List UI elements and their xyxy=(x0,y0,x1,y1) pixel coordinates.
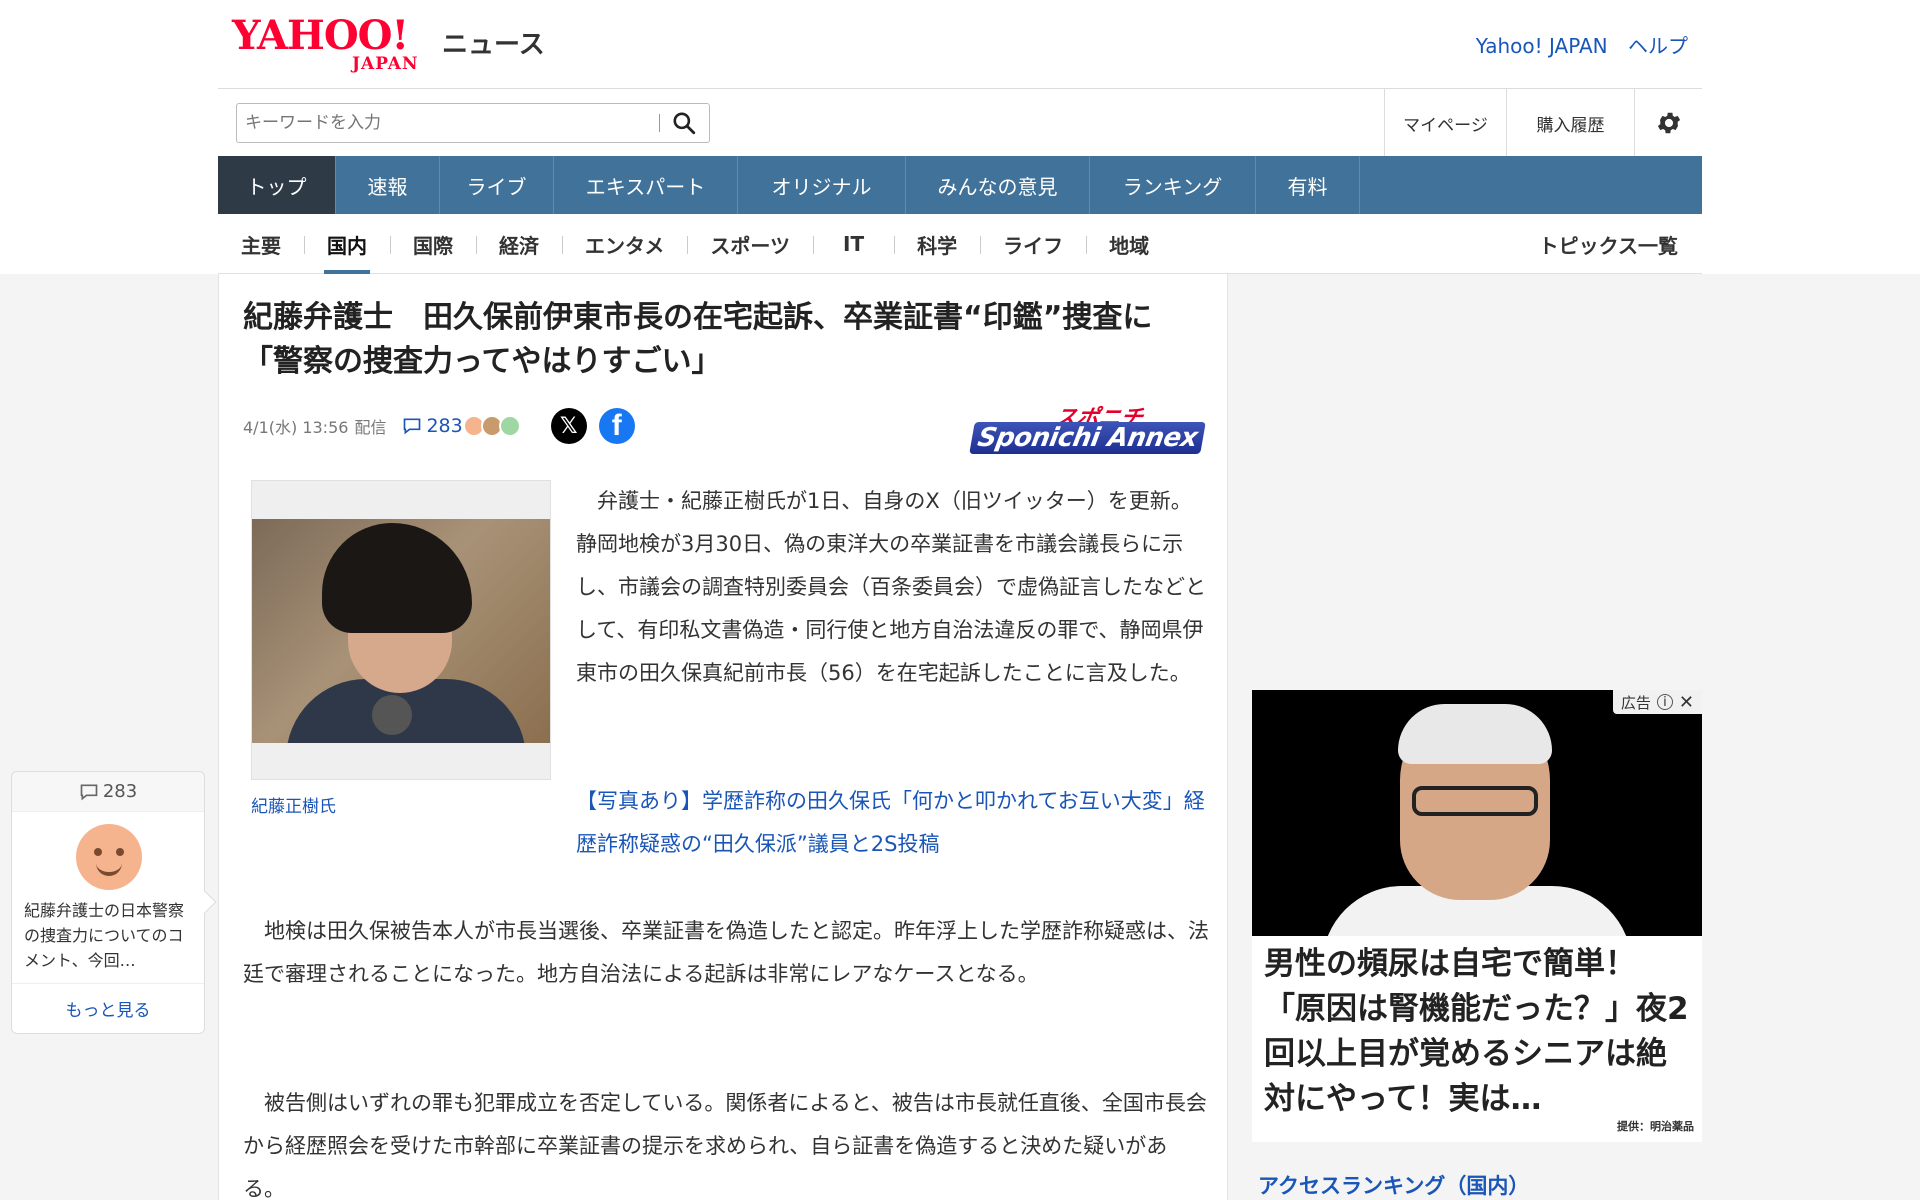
ad-headline: 男性の頻尿は自宅で簡単！「原因は腎機能だった？」夜2回以上目が覚めるシニアは絶対… xyxy=(1264,946,1689,1117)
category-entertainment[interactable]: エンタメ xyxy=(562,214,687,274)
logo-news-text: ニュース xyxy=(442,30,545,60)
x-share-icon[interactable]: 𝕏 xyxy=(550,408,587,444)
widget-more-link[interactable]: もっと見る xyxy=(12,983,204,1033)
ad-provider: 提供：明治薬品 xyxy=(1617,1120,1694,1133)
category-domestic[interactable]: 国内 xyxy=(304,214,390,274)
nav-top[interactable]: トップ xyxy=(218,156,336,214)
purchase-history-link[interactable]: 購入履歴 xyxy=(1506,89,1634,157)
account-links: マイページ 購入履歴 xyxy=(1384,89,1702,157)
related-article-link[interactable]: 【写真あり】学歴詐称の田久保氏「何かと叩かれてお互い大変」経歴詐称疑惑の“田久保… xyxy=(576,780,1206,866)
info-icon[interactable]: i xyxy=(1656,694,1673,710)
headline-line-2: 「警察の捜査力ってやはりすごい」 xyxy=(243,344,722,379)
article: 紀藤弁護士 田久保前伊東市長の在宅起訴、卒業証書“印鑑”捜査に 「警察の捜査力っ… xyxy=(218,274,1228,1200)
search-icon xyxy=(673,112,696,135)
mypage-link[interactable]: マイページ xyxy=(1384,89,1506,157)
yahoo-japan-link[interactable]: Yahoo! JAPAN xyxy=(1476,34,1608,58)
smile-face-icon xyxy=(76,824,142,890)
comment-count: 283 xyxy=(426,415,463,437)
category-main[interactable]: 主要 xyxy=(218,214,304,274)
search-row: マイページ 購入履歴 xyxy=(218,88,1702,157)
nav-breaking[interactable]: 速報 xyxy=(336,156,440,214)
article-meta: 4/1(水) 13:56 配信 283 𝕏 f xyxy=(243,406,635,446)
category-sports[interactable]: スポーツ xyxy=(687,214,813,274)
reaction-icons xyxy=(462,415,521,437)
article-paragraph-3: 被告側はいずれの罪も犯罪成立を否定している。関係者によると、被告は市長就任直後、… xyxy=(243,1091,1207,1200)
logo-japan-text: JAPAN xyxy=(352,54,419,74)
floating-comment-widget[interactable]: 283 紀藤弁護士の日本警察の捜査力についてのコメント、今回… もっと見る xyxy=(11,771,217,1034)
ad-image xyxy=(1252,690,1702,936)
article-paragraph-2: 地検は田久保被告本人が市長当選後、卒業証書を偽造したと認定。昨年浮上した学歴詐称… xyxy=(243,919,1209,986)
article-paragraph-1: 弁護士・紀藤正樹氏が1日、自身のX（旧ツイッター）を更新。静岡地検が3月30日、… xyxy=(576,489,1206,685)
category-nav: 主要 国内 国際 経済 エンタメ スポーツ IT 科学 ライフ 地域 トピックス… xyxy=(218,214,1702,274)
publish-date: 4/1(水) 13:56 xyxy=(243,418,349,437)
comment-icon xyxy=(404,418,421,435)
comment-count-link[interactable]: 283 xyxy=(402,415,463,437)
photo-caption[interactable]: 紀藤正樹氏 xyxy=(251,792,336,817)
search-input[interactable] xyxy=(237,104,657,142)
headline-line-1: 紀藤弁護士 田久保前伊東市長の在宅起訴、卒業証書“印鑑”捜査に xyxy=(243,300,1153,335)
distribution-label: 配信 xyxy=(354,418,387,437)
widget-comment-count[interactable]: 283 xyxy=(12,772,204,812)
article-headline: 紀藤弁護士 田久保前伊東市長の在宅起訴、卒業証書“印鑑”捜査に 「警察の捜査力っ… xyxy=(243,296,1203,384)
ad-label[interactable]: 広告 i ✕ xyxy=(1612,690,1702,714)
comment-icon xyxy=(80,784,98,800)
access-ranking-title[interactable]: アクセスランキング（国内） xyxy=(1258,1170,1529,1200)
search-button[interactable] xyxy=(669,108,701,138)
category-it[interactable]: IT xyxy=(813,214,894,274)
share-buttons: 𝕏 f xyxy=(539,408,635,444)
publisher-logo[interactable]: スポニチ Sponichi Annex xyxy=(947,400,1206,456)
nav-opinions[interactable]: みんなの意見 xyxy=(906,156,1090,214)
widget-comment-text: 紀藤弁護士の日本警察の捜査力についてのコメント、今回… xyxy=(24,901,185,970)
help-link[interactable]: ヘルプ xyxy=(1628,34,1688,58)
advertisement[interactable]: 広告 i ✕ 男性の頻尿は自宅で簡単！「原因は腎機能だった？」夜2回以上目が覚め… xyxy=(1252,690,1702,1142)
category-science[interactable]: 科学 xyxy=(894,214,980,274)
category-economy[interactable]: 経済 xyxy=(476,214,562,274)
portrait-image xyxy=(252,519,550,743)
article-photo[interactable] xyxy=(251,480,551,780)
settings-button[interactable] xyxy=(1634,89,1702,157)
widget-pointer xyxy=(193,890,217,914)
nav-ranking[interactable]: ランキング xyxy=(1090,156,1256,214)
top-links: Yahoo! JAPAN ヘルプ xyxy=(1462,30,1688,59)
facebook-share-icon[interactable]: f xyxy=(598,408,635,444)
category-life[interactable]: ライフ xyxy=(980,214,1086,274)
main-nav: トップ 速報 ライブ エキスパート オリジナル みんなの意見 ランキング 有料 xyxy=(218,156,1702,214)
topics-list-link[interactable]: トピックス一覧 xyxy=(1539,214,1678,274)
logo-yahoo-text: YAHOO! xyxy=(232,12,409,59)
nav-live[interactable]: ライブ xyxy=(440,156,554,214)
gear-icon xyxy=(1657,112,1680,134)
search-divider xyxy=(659,114,660,132)
yahoo-news-logo[interactable]: YAHOO! JAPAN ニュース xyxy=(232,12,552,75)
nav-expert[interactable]: エキスパート xyxy=(554,156,738,214)
category-local[interactable]: 地域 xyxy=(1086,214,1172,274)
search-box xyxy=(236,103,710,143)
close-icon[interactable]: ✕ xyxy=(1679,692,1694,713)
category-world[interactable]: 国際 xyxy=(390,214,476,274)
reaction-happy-icon xyxy=(498,415,521,437)
publisher-logo-bottom: Sponichi Annex xyxy=(969,422,1206,454)
nav-paid[interactable]: 有料 xyxy=(1256,156,1360,214)
nav-original[interactable]: オリジナル xyxy=(738,156,906,214)
